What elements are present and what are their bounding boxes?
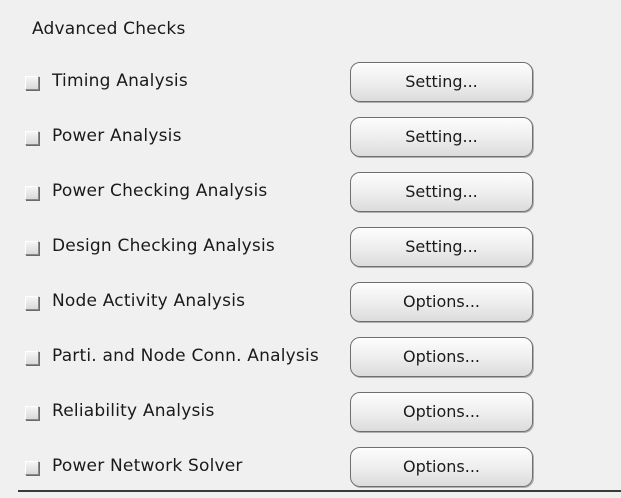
timing-analysis-checkbox[interactable] xyxy=(25,76,39,90)
power-checking-analysis-label: Power Checking Analysis xyxy=(52,181,268,201)
power-analysis-checkbox[interactable] xyxy=(25,131,39,145)
node-activity-analysis-label: Node Activity Analysis xyxy=(52,291,246,311)
check-row-timing-analysis: Timing Analysis Setting... xyxy=(0,60,621,104)
node-activity-analysis-checkbox[interactable] xyxy=(25,296,39,310)
design-checking-analysis-label: Design Checking Analysis xyxy=(52,236,275,256)
power-checking-analysis-setting-button[interactable]: Setting... xyxy=(350,172,533,212)
check-row-reliability-analysis: Reliability Analysis Options... xyxy=(0,390,621,434)
design-checking-analysis-checkbox[interactable] xyxy=(25,241,39,255)
power-network-solver-label: Power Network Solver xyxy=(52,456,243,476)
power-analysis-label: Power Analysis xyxy=(52,126,182,146)
panel-title: Advanced Checks xyxy=(32,19,186,39)
check-row-parti-node-conn-analysis: Parti. and Node Conn. Analysis Options..… xyxy=(0,335,621,379)
power-network-solver-checkbox[interactable] xyxy=(25,461,39,475)
check-row-design-checking-analysis: Design Checking Analysis Setting... xyxy=(0,225,621,269)
node-activity-analysis-options-button[interactable]: Options... xyxy=(350,282,533,322)
parti-node-conn-analysis-options-button[interactable]: Options... xyxy=(350,337,533,377)
check-row-power-checking-analysis: Power Checking Analysis Setting... xyxy=(0,170,621,214)
reliability-analysis-checkbox[interactable] xyxy=(25,406,39,420)
check-row-power-analysis: Power Analysis Setting... xyxy=(0,115,621,159)
power-network-solver-options-button[interactable]: Options... xyxy=(350,447,533,487)
reliability-analysis-label: Reliability Analysis xyxy=(52,401,215,421)
power-checking-analysis-checkbox[interactable] xyxy=(25,186,39,200)
panel-bottom-divider xyxy=(18,490,621,492)
check-row-power-network-solver: Power Network Solver Options... xyxy=(0,445,621,489)
parti-node-conn-analysis-checkbox[interactable] xyxy=(25,351,39,365)
power-analysis-setting-button[interactable]: Setting... xyxy=(350,117,533,157)
reliability-analysis-options-button[interactable]: Options... xyxy=(350,392,533,432)
parti-node-conn-analysis-label: Parti. and Node Conn. Analysis xyxy=(52,346,319,366)
check-row-node-activity-analysis: Node Activity Analysis Options... xyxy=(0,280,621,324)
design-checking-analysis-setting-button[interactable]: Setting... xyxy=(350,227,533,267)
timing-analysis-label: Timing Analysis xyxy=(52,71,188,91)
timing-analysis-setting-button[interactable]: Setting... xyxy=(350,62,533,102)
advanced-checks-panel: Advanced Checks Timing Analysis Setting.… xyxy=(0,0,621,498)
